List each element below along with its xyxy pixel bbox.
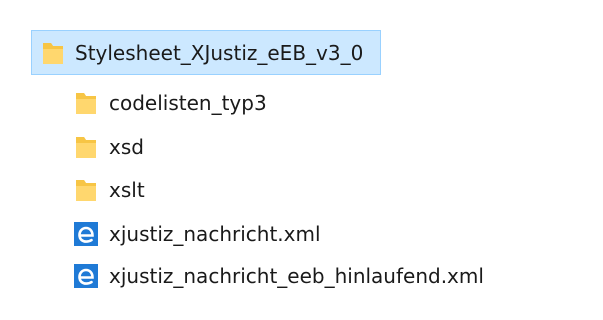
folder-item-xsd[interactable]: xsd bbox=[73, 129, 144, 165]
file-item-xjustiz-nachricht-xml[interactable]: xjustiz_nachricht.xml bbox=[73, 216, 321, 252]
edge-xml-icon bbox=[73, 261, 99, 291]
file-item-xjustiz-nachricht-eeb-hinlaufend-xml[interactable]: xjustiz_nachricht_eeb_hinlaufend.xml bbox=[73, 258, 484, 294]
folder-label: Stylesheet_XJustiz_eEB_v3_0 bbox=[75, 40, 364, 65]
file-label: xjustiz_nachricht_eeb_hinlaufend.xml bbox=[109, 264, 484, 288]
folder-item-codelisten-typ3[interactable]: codelisten_typ3 bbox=[73, 85, 267, 121]
folder-icon bbox=[40, 38, 66, 68]
file-label: xjustiz_nachricht.xml bbox=[109, 222, 321, 246]
folder-item-xslt[interactable]: xslt bbox=[73, 172, 145, 208]
edge-xml-icon bbox=[73, 219, 99, 249]
folder-label: xslt bbox=[109, 178, 145, 202]
folder-icon bbox=[73, 88, 99, 118]
folder-icon bbox=[73, 132, 99, 162]
folder-label: xsd bbox=[109, 135, 144, 159]
folder-icon bbox=[73, 175, 99, 205]
folder-label: codelisten_typ3 bbox=[109, 91, 267, 115]
folder-item-stylesheet-xjustiz-eeb-v3-0[interactable]: Stylesheet_XJustiz_eEB_v3_0 bbox=[31, 30, 381, 75]
